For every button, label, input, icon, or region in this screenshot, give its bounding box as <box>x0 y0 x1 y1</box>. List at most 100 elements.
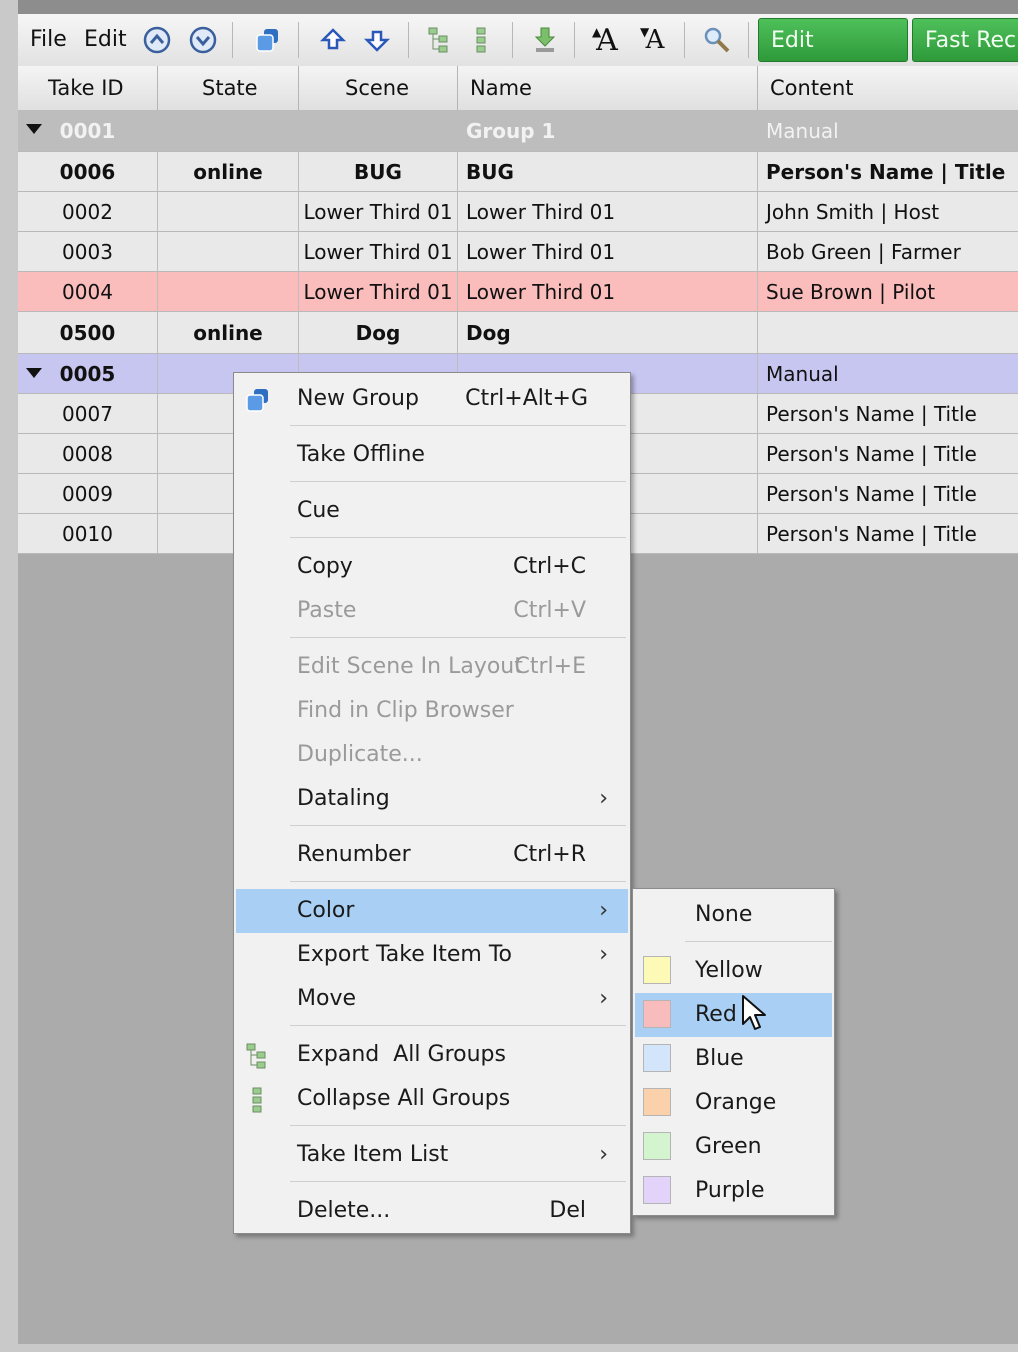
menu-item-label: Color <box>297 898 355 923</box>
menu-item-renumber[interactable]: Renumber Ctrl+R <box>236 833 628 877</box>
table-row-red[interactable]: 0004 Lower Third 01 Lower Third 01 Sue B… <box>18 272 1018 312</box>
toolbar-separator <box>574 22 575 58</box>
menu-item-duplicate[interactable]: Duplicate... <box>236 733 628 777</box>
download-icon[interactable] <box>528 23 562 57</box>
edit-enabled-button[interactable]: Edit Enabled <box>758 18 908 97</box>
take-content: Person's Name | Title <box>766 441 977 466</box>
arrow-down-icon[interactable] <box>360 23 394 57</box>
menu-item-label: Expand All Groups <box>297 1042 506 1067</box>
chevron-right-icon: › <box>599 1142 608 1167</box>
new-group-icon[interactable] <box>250 23 284 57</box>
take-content: Manual <box>766 361 839 386</box>
color-option-blue[interactable]: Blue <box>635 1037 832 1081</box>
group-row[interactable]: 0001 Group 1 Manual <box>18 110 1018 152</box>
menu-item-label: Cue <box>297 498 340 523</box>
menu-item-move[interactable]: Move › <box>236 977 628 1021</box>
take-id: 0008 <box>18 434 158 473</box>
menu-item-label: Edit Scene In Layout <box>297 654 523 679</box>
menu-item-export-take-item-to[interactable]: Export Take Item To › <box>236 933 628 977</box>
menu-item-find-in-clip-browser[interactable]: Find in Clip Browser <box>236 689 628 733</box>
menu-item-label: Copy <box>297 554 353 579</box>
color-option-none[interactable]: None <box>635 893 832 937</box>
take-scene: Lower Third 01 <box>299 232 458 271</box>
take-id: 0009 <box>18 474 158 513</box>
menu-item-dataling[interactable]: Dataling › <box>236 777 628 821</box>
color-option-purple[interactable]: Purple <box>635 1169 832 1213</box>
chevron-right-icon: › <box>599 898 608 923</box>
fast-rec-button[interactable]: Fast Rec <box>912 18 1018 62</box>
menu-item-label: Renumber <box>297 842 411 867</box>
chevron-right-icon: › <box>599 942 608 967</box>
menu-item-label: Export Take Item To <box>297 942 513 967</box>
take-id: 0007 <box>18 394 158 433</box>
color-option-label: Yellow <box>695 958 763 983</box>
color-option-red[interactable]: Red <box>635 993 832 1037</box>
table-row[interactable]: 0003 Lower Third 01 Lower Third 01 Bob G… <box>18 232 1018 272</box>
context-menu: New Group Ctrl+Alt+G Take Offline Cue Co… <box>233 372 631 1234</box>
take-name: BUG <box>458 152 758 191</box>
take-name: Lower Third 01 <box>458 232 758 271</box>
table-row[interactable]: 0002 Lower Third 01 Lower Third 01 John … <box>18 192 1018 232</box>
take-id: 0001 <box>18 110 158 151</box>
menu-item-shortcut: Del <box>549 1198 586 1223</box>
menu-item-edit-scene-in-layout[interactable]: Edit Scene In Layout Ctrl+E <box>236 645 628 689</box>
menu-item-paste[interactable]: Paste Ctrl+V <box>236 589 628 633</box>
take-id: 0004 <box>18 272 158 311</box>
menu-item-copy[interactable]: Copy Ctrl+C <box>236 545 628 589</box>
take-name: Lower Third 01 <box>458 192 758 231</box>
circle-down-icon[interactable] <box>186 23 220 57</box>
expand-tree-icon[interactable] <box>422 23 456 57</box>
take-content: Sue Brown | Pilot <box>766 279 936 304</box>
take-id: 0006 <box>18 152 158 191</box>
take-state <box>158 192 299 231</box>
take-state <box>158 272 299 311</box>
column-scene[interactable]: Scene <box>299 66 458 110</box>
table-row[interactable]: 0006 online BUG BUG Person's Name | Titl… <box>18 152 1018 192</box>
expand-tree-icon <box>246 1043 266 1069</box>
menu-item-take-item-list[interactable]: Take Item List › <box>236 1133 628 1177</box>
menu-separator <box>290 825 626 826</box>
menu-item-new-group[interactable]: New Group Ctrl+Alt+G <box>236 377 628 421</box>
menu-item-label: Paste <box>297 598 357 623</box>
menu-item-expand-all-groups[interactable]: Expand All Groups <box>236 1033 628 1077</box>
color-option-green[interactable]: Green <box>635 1125 832 1169</box>
color-option-orange[interactable]: Orange <box>635 1081 832 1125</box>
menu-separator <box>290 1181 626 1182</box>
search-icon[interactable] <box>700 23 734 57</box>
column-name[interactable]: Name <box>458 66 758 110</box>
menu-item-color[interactable]: Color › <box>236 889 628 933</box>
column-take-id[interactable]: Take ID <box>18 66 158 110</box>
column-state[interactable]: State <box>158 66 299 110</box>
font-decrease-icon[interactable]: A ▼ <box>638 23 672 57</box>
menu-item-shortcut: Ctrl+E <box>514 654 586 679</box>
menu-item-delete[interactable]: Delete... Del <box>236 1189 628 1233</box>
menu-separator <box>290 481 626 482</box>
menu-item-cue[interactable]: Cue <box>236 489 628 533</box>
collapse-tree-icon[interactable] <box>464 23 498 57</box>
toolbar: File Edit A ▲ A ▼ Edit Fast Rec <box>18 14 1018 97</box>
take-content: Person's Name | Title <box>766 481 977 506</box>
take-content: Person's Name | Title <box>766 401 977 426</box>
take-name: Lower Third 01 <box>458 272 758 311</box>
take-scene: Dog <box>299 312 458 353</box>
take-content: Person's Name | Title <box>766 159 1006 184</box>
color-option-label: Green <box>695 1134 762 1159</box>
grid-header: Take ID State Scene Name Content <box>18 66 1018 111</box>
window-frame-bottom <box>0 1344 1018 1352</box>
arrow-up-icon[interactable] <box>316 23 350 57</box>
menu-item-label: Collapse All Groups <box>297 1086 511 1111</box>
table-row[interactable]: 0500 online Dog Dog <box>18 312 1018 354</box>
circle-up-icon[interactable] <box>140 23 174 57</box>
menu-item-take-offline[interactable]: Take Offline <box>236 433 628 477</box>
file-menu[interactable]: File <box>30 27 67 52</box>
font-increase-icon[interactable]: A ▲ <box>590 23 624 58</box>
mouse-cursor-icon <box>742 995 766 1030</box>
color-swatch-orange <box>643 1088 671 1116</box>
color-option-yellow[interactable]: Yellow <box>635 949 832 993</box>
menu-item-shortcut: Ctrl+Alt+G <box>465 386 588 411</box>
menu-separator <box>290 637 626 638</box>
menu-item-collapse-all-groups[interactable]: Collapse All Groups <box>236 1077 628 1121</box>
column-content[interactable]: Content <box>758 66 1018 110</box>
edit-menu[interactable]: Edit <box>84 27 127 52</box>
color-option-label: None <box>695 902 753 927</box>
